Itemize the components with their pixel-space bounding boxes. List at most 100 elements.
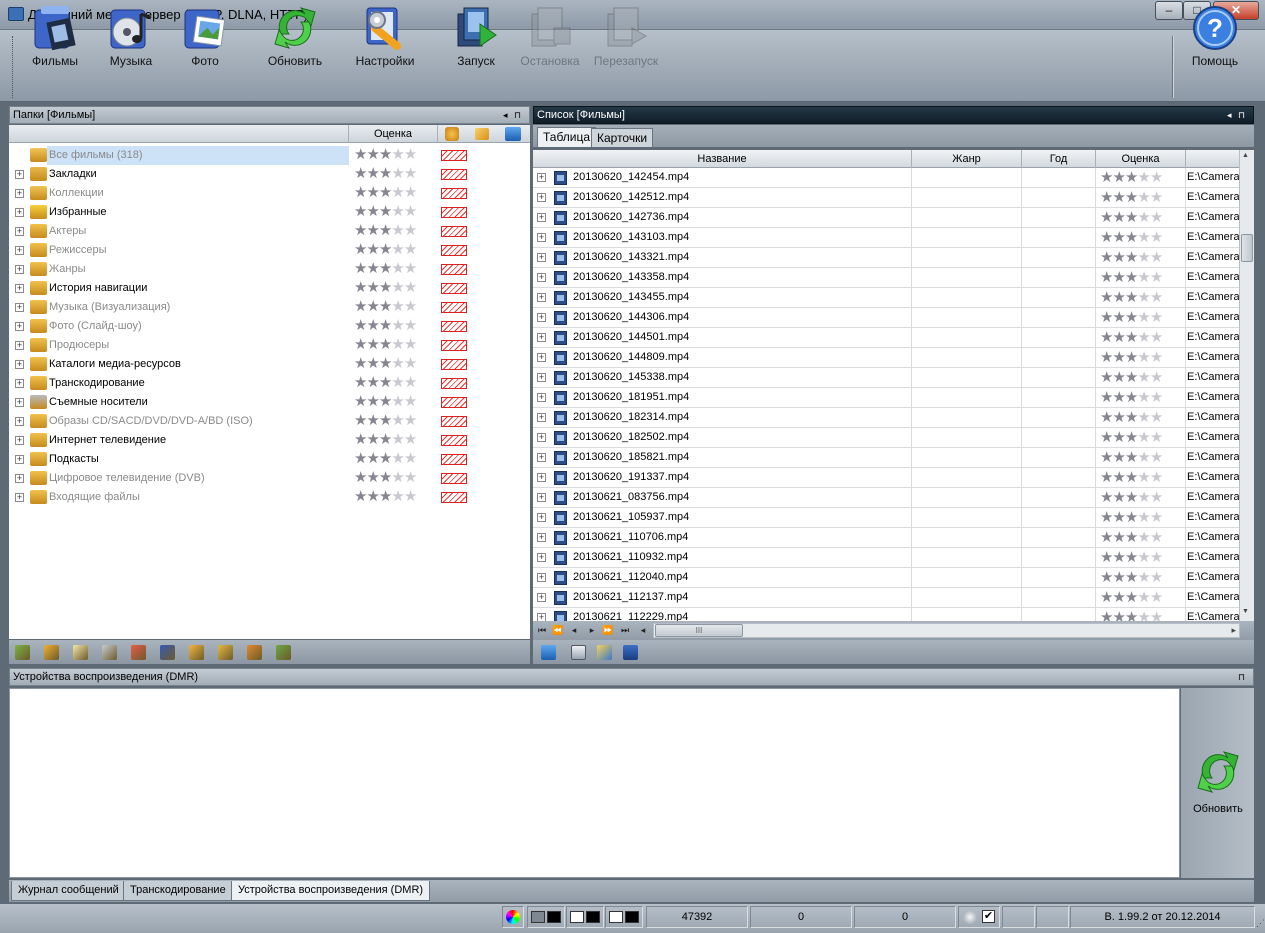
expand-icon[interactable]: +	[15, 170, 24, 179]
rating-stars[interactable]: ★★★★★	[1100, 170, 1163, 185]
tab-cards[interactable]: Карточки	[591, 128, 654, 147]
tree-item[interactable]: + Жанры ★★★★★	[9, 260, 530, 279]
table-row[interactable]: +20130620_181951.mp4 ★★★★★ E:\Camera	[533, 388, 1239, 408]
help-button[interactable]: ? Помощь	[1186, 4, 1244, 70]
tree-item[interactable]: + Фото (Слайд-шоу) ★★★★★	[9, 317, 530, 336]
expand-icon[interactable]: +	[15, 265, 24, 274]
rating-stars[interactable]: ★★★★★	[1100, 290, 1163, 305]
table-row[interactable]: +20130621_112040.mp4 ★★★★★ E:\Camera	[533, 568, 1239, 588]
expand-icon[interactable]: +	[15, 284, 24, 293]
tree-item[interactable]: + Съемные носители ★★★★★	[9, 393, 530, 412]
rating-stars[interactable]: ★★★★★	[1100, 270, 1163, 285]
expand-icon[interactable]: +	[15, 208, 24, 217]
expand-icon[interactable]: +	[15, 493, 24, 502]
rating-stars[interactable]: ★★★★★	[354, 299, 417, 315]
rating-stars[interactable]: ★★★★★	[354, 432, 417, 448]
key-column-icon[interactable]	[475, 128, 489, 140]
tree-item[interactable]: + Каталоги медиа-ресурсов ★★★★★	[9, 355, 530, 374]
rating-stars[interactable]: ★★★★★	[354, 451, 417, 467]
expand-icon[interactable]: +	[537, 613, 546, 621]
expand-icon[interactable]: +	[537, 293, 546, 302]
rating-stars[interactable]: ★★★★★	[354, 375, 417, 391]
prev-record-icon[interactable]: ◂	[567, 624, 581, 637]
grid-vertical-scrollbar[interactable]: ▲ ▼	[1239, 150, 1254, 621]
rating-stars[interactable]: ★★★★★	[354, 166, 417, 182]
columns-icon[interactable]	[571, 645, 586, 660]
table-row[interactable]: +20130620_142736.mp4 ★★★★★ E:\Camera	[533, 208, 1239, 228]
rating-stars[interactable]: ★★★★★	[1100, 410, 1163, 425]
rating-stars[interactable]: ★★★★★	[354, 489, 417, 505]
rating-stars[interactable]: ★★★★★	[354, 470, 417, 486]
rating-stars[interactable]: ★★★★★	[354, 204, 417, 220]
rating-stars[interactable]: ★★★★★	[1100, 330, 1163, 345]
table-row[interactable]: +20130620_142512.mp4 ★★★★★ E:\Camera	[533, 188, 1239, 208]
scroll-left-icon[interactable]: ◂	[636, 624, 650, 637]
table-row[interactable]: +20130620_191337.mp4 ★★★★★ E:\Camera	[533, 468, 1239, 488]
sort-column-icon[interactable]	[505, 127, 521, 141]
scroll-right-icon[interactable]: ▸	[1231, 624, 1236, 637]
rating-stars[interactable]: ★★★★★	[354, 356, 417, 372]
expand-icon[interactable]: +	[15, 227, 24, 236]
expand-icon[interactable]: +	[15, 322, 24, 331]
expand-icon[interactable]: +	[537, 453, 546, 462]
vertical-scroll-thumb[interactable]	[1241, 234, 1253, 262]
file-grid[interactable]: +20130620_142454.mp4 ★★★★★ E:\Camera +20130…	[533, 168, 1239, 621]
scroll-down-icon[interactable]: ▼	[1242, 608, 1249, 615]
column-path[interactable]	[1186, 150, 1239, 168]
panel-pin-icon[interactable]: ◂ ⊓	[503, 107, 523, 123]
rating-stars[interactable]: ★★★★★	[1100, 190, 1163, 205]
tree-item[interactable]: + Закладки ★★★★★	[9, 165, 530, 184]
grid-icon[interactable]	[102, 645, 117, 660]
settings-button[interactable]: Настройки	[350, 4, 420, 70]
expand-icon[interactable]: +	[537, 573, 546, 582]
next-record-icon[interactable]: ▸	[585, 624, 599, 637]
column-genre[interactable]: Жанр	[912, 150, 1022, 168]
expand-icon[interactable]: +	[537, 533, 546, 542]
rating-stars[interactable]: ★★★★★	[1100, 430, 1163, 445]
color-swatch-2[interactable]	[566, 906, 604, 928]
tab-table[interactable]: Таблица	[537, 127, 597, 147]
sort-icon[interactable]	[541, 645, 556, 660]
expand-icon[interactable]: +	[537, 513, 546, 522]
expand-icon[interactable]: +	[15, 246, 24, 255]
rating-stars[interactable]: ★★★★★	[354, 394, 417, 410]
tree-item[interactable]: + Продюсеры ★★★★★	[9, 336, 530, 355]
refresh-button[interactable]: Обновить	[262, 4, 328, 70]
list-pin-icon[interactable]: ◂ ⊓	[1227, 107, 1247, 123]
lifebuoy-icon[interactable]	[131, 645, 146, 660]
open-folder-icon[interactable]	[189, 645, 204, 660]
expand-icon[interactable]: +	[15, 379, 24, 388]
key-icon[interactable]	[218, 645, 233, 660]
rating-stars[interactable]: ★★★★★	[1100, 230, 1163, 245]
dmr-device-list[interactable]	[9, 688, 1180, 878]
rating-stars[interactable]: ★★★★★	[354, 318, 417, 334]
table-row[interactable]: +20130621_083756.mp4 ★★★★★ E:\Camera	[533, 488, 1239, 508]
new-folder-icon[interactable]	[44, 645, 59, 660]
tab-transcoding[interactable]: Транскодирование	[123, 881, 233, 901]
rating-stars[interactable]: ★★★★★	[1100, 530, 1163, 545]
palm-icon[interactable]	[276, 645, 291, 660]
rating-stars[interactable]: ★★★★★	[354, 280, 417, 296]
rating-stars[interactable]: ★★★★★	[1100, 610, 1163, 621]
table-row[interactable]: +20130620_144809.mp4 ★★★★★ E:\Camera	[533, 348, 1239, 368]
table-row[interactable]: +20130620_144306.mp4 ★★★★★ E:\Camera	[533, 308, 1239, 328]
expand-icon[interactable]: +	[537, 413, 546, 422]
expand-icon[interactable]: +	[537, 193, 546, 202]
color-wheel-icon[interactable]	[502, 906, 524, 928]
rating-stars[interactable]: ★★★★★	[354, 223, 417, 239]
tree-item[interactable]: + Входящие файлы ★★★★★	[9, 488, 530, 507]
expand-icon[interactable]: +	[537, 313, 546, 322]
rating-stars[interactable]: ★★★★★	[1100, 470, 1163, 485]
expand-icon[interactable]: +	[537, 593, 546, 602]
dmr-pin-icon[interactable]: ⊓	[1238, 669, 1247, 685]
resize-grip[interactable]: ⋰	[1256, 918, 1265, 929]
music-button[interactable]: Музыка	[102, 4, 160, 70]
rating-stars[interactable]: ★★★★★	[354, 185, 417, 201]
toolbar-grip[interactable]	[12, 36, 15, 98]
tree-item[interactable]: + История навигации ★★★★★	[9, 279, 530, 298]
expand-icon[interactable]: +	[15, 360, 24, 369]
expand-icon[interactable]: +	[537, 253, 546, 262]
scroll-up-icon[interactable]: ▲	[1242, 152, 1249, 159]
people-column-icon[interactable]	[445, 127, 459, 141]
table-row[interactable]: +20130620_142454.mp4 ★★★★★ E:\Camera	[533, 168, 1239, 188]
